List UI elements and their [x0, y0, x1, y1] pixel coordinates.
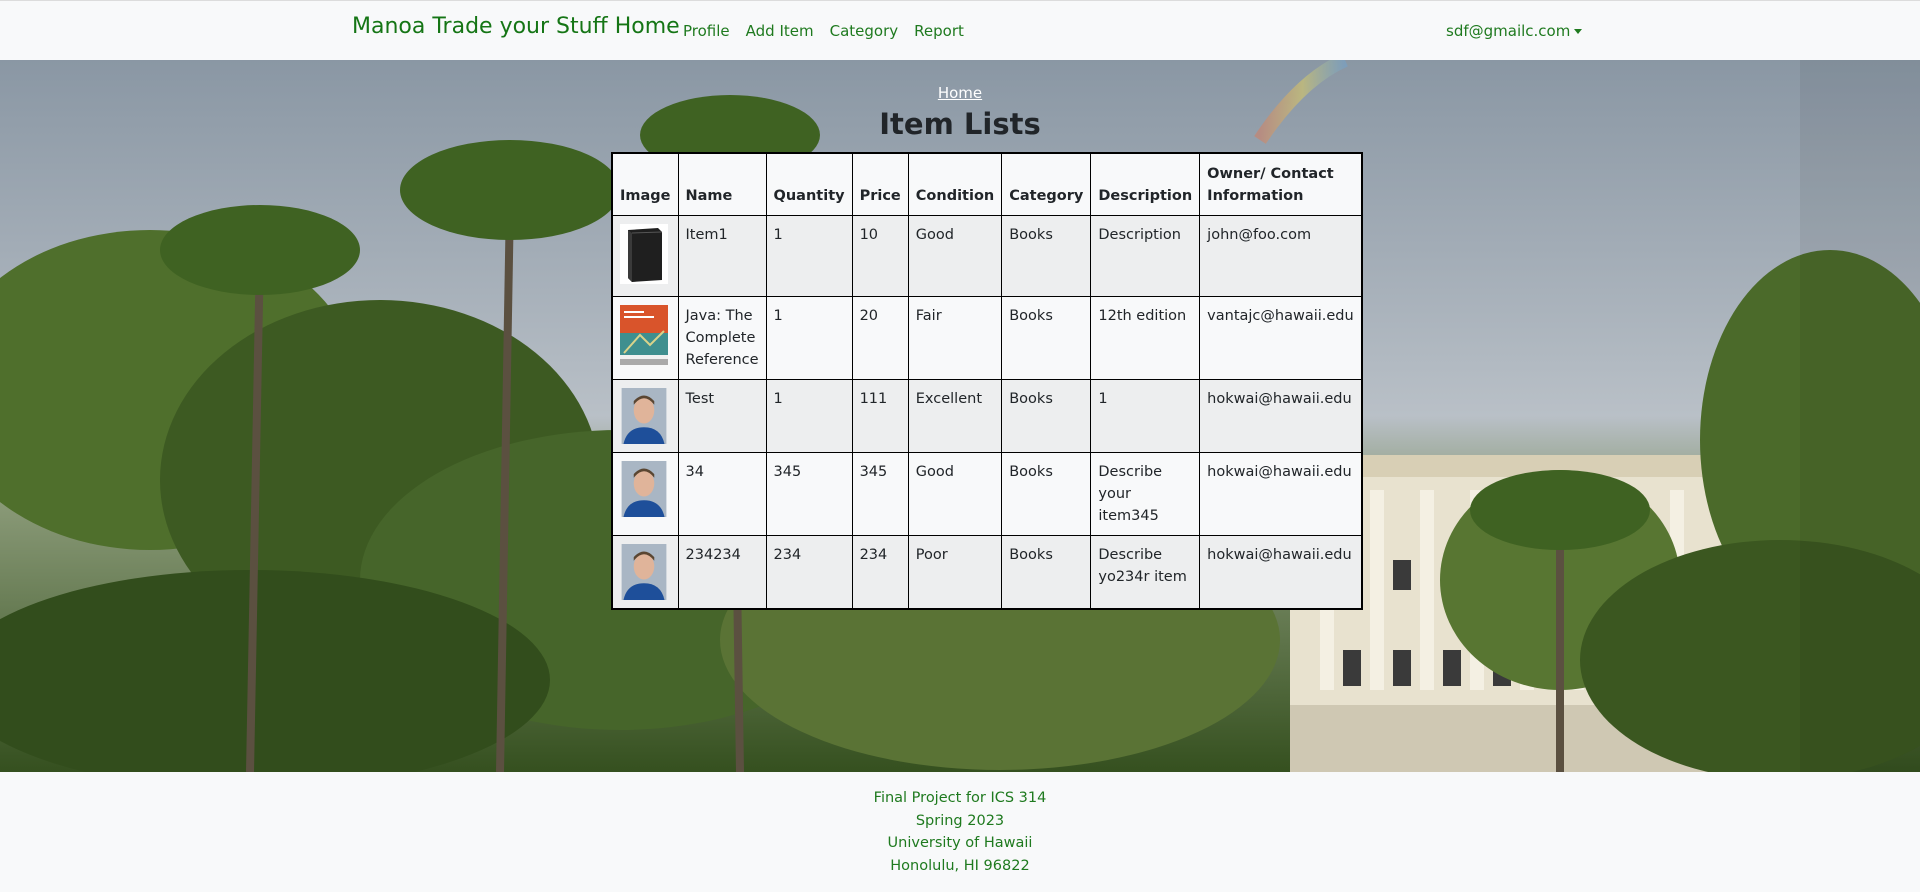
item-owner: john@foo.com: [1199, 214, 1363, 297]
brand-home-link[interactable]: Manoa Trade your Stuff Home: [352, 14, 680, 39]
column-header-quantity: Quantity: [765, 152, 853, 216]
item-category: Books: [1001, 451, 1092, 536]
table-row: Test 1 111 Excellent Books 1 hokwai@hawa…: [611, 378, 1363, 453]
item-list-table: Image Name Quantity Price Condition Cate…: [611, 152, 1363, 610]
item-quantity: 1: [765, 295, 853, 380]
footer-address-line: Honolulu, HI 96822: [890, 857, 1030, 874]
nav-category-link[interactable]: Category: [830, 22, 899, 40]
item-name: Test: [677, 378, 767, 453]
item-price: 234: [851, 534, 909, 609]
item-quantity: 1: [765, 378, 853, 453]
book-icon: [620, 223, 668, 284]
column-header-price: Price: [851, 152, 909, 216]
person-photo-image: [621, 543, 667, 600]
chevron-down-icon: [1574, 28, 1583, 34]
nav-profile-link[interactable]: Profile: [683, 22, 730, 40]
item-price: 111: [851, 378, 909, 453]
item-quantity: 234: [765, 534, 853, 609]
table-row: 34 345 345 Good Books Describe your item…: [611, 451, 1363, 536]
breadcrumb-home-link[interactable]: Home: [938, 84, 982, 102]
table-row: 234234 234 234 Poor Books Describe yo234…: [611, 534, 1363, 609]
column-header-condition: Condition: [907, 152, 1003, 216]
footer-project-line: Final Project for ICS 314: [873, 790, 1047, 806]
hero-background: Home Item Lists Image Name Quantity Pric…: [0, 60, 1920, 772]
item-owner: hokwai@hawaii.edu: [1199, 451, 1363, 536]
item-description: Describe your item345: [1090, 451, 1201, 536]
footer: Final Project for ICS 314 Spring 2023 Un…: [0, 772, 1920, 892]
item-category: Books: [1001, 534, 1092, 609]
footer-university-line: University of Hawaii: [887, 835, 1033, 851]
person-photo-image: [621, 387, 667, 444]
item-image-cell: [611, 534, 679, 609]
nav-report-link[interactable]: Report: [914, 22, 964, 40]
item-name: Item1: [677, 214, 767, 297]
item-condition: Good: [907, 214, 1003, 297]
item-description: Describe yo234r item: [1090, 534, 1201, 609]
item-description: 12th edition: [1090, 295, 1201, 380]
item-image-cell: [611, 295, 679, 380]
java-book-cover-image: [620, 304, 668, 365]
column-header-description: Description: [1090, 152, 1201, 216]
item-name: Java: The Complete Reference: [677, 295, 767, 380]
item-price: 345: [851, 451, 909, 536]
item-condition: Poor: [907, 534, 1003, 609]
item-owner: hokwai@hawaii.edu: [1199, 534, 1363, 609]
item-name: 234234: [677, 534, 767, 609]
item-condition: Excellent: [907, 378, 1003, 453]
item-owner: hokwai@hawaii.edu: [1199, 378, 1363, 453]
item-quantity: 345: [765, 451, 853, 536]
item-price: 10: [851, 214, 909, 297]
item-quantity: 1: [765, 214, 853, 297]
column-header-name: Name: [677, 152, 767, 216]
item-name: 34: [677, 451, 767, 536]
item-image-cell: [611, 378, 679, 453]
column-header-image: Image: [611, 152, 679, 216]
item-condition: Fair: [907, 295, 1003, 380]
footer-semester-line: Spring 2023: [915, 812, 1005, 829]
item-image-cell: [611, 214, 679, 297]
table-header-row: Image Name Quantity Price Condition Cate…: [611, 152, 1363, 216]
nav-links: Profile Add Item Category Report: [683, 22, 980, 40]
item-category: Books: [1001, 214, 1092, 297]
user-dropdown[interactable]: sdf@gmailc.com: [1446, 22, 1583, 40]
navbar: Manoa Trade your Stuff Home Profile Add …: [0, 0, 1920, 60]
item-owner: vantajc@hawaii.edu: [1199, 295, 1363, 380]
person-photo-image: [621, 460, 667, 517]
item-price: 20: [851, 295, 909, 380]
item-condition: Good: [907, 451, 1003, 536]
table-row: Item1 1 10 Good Books Description john@f…: [611, 214, 1363, 297]
user-email: sdf@gmailc.com: [1446, 22, 1571, 40]
page-title: Item Lists: [879, 107, 1041, 141]
item-description: 1: [1090, 378, 1201, 453]
nav-add-item-link[interactable]: Add Item: [746, 22, 814, 40]
item-category: Books: [1001, 295, 1092, 380]
column-header-category: Category: [1001, 152, 1092, 216]
item-category: Books: [1001, 378, 1092, 453]
breadcrumb: Home: [0, 83, 1920, 102]
column-header-owner: Owner/ Contact Information: [1199, 152, 1363, 216]
item-description: Description: [1090, 214, 1201, 297]
item-image-cell: [611, 451, 679, 536]
table-row: Java: The Complete Reference 1 20 Fair B…: [611, 295, 1363, 380]
